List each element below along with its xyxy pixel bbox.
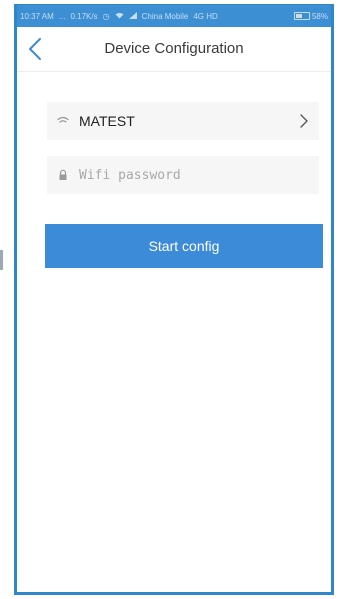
- nav-bar: Device Configuration: [17, 27, 331, 72]
- carrier-name: China Mobile: [141, 11, 189, 21]
- wifi-network-selector[interactable]: MATEST: [47, 102, 319, 140]
- chevron-left-icon: [29, 38, 41, 60]
- wifi-status-icon: [115, 12, 124, 21]
- screenshot-frame: 10:37 AM ... 0.17K/s ◷ China Mobile 4G H…: [0, 0, 349, 599]
- password-field: [47, 156, 319, 194]
- wifi-ssid: MATEST: [79, 113, 135, 129]
- battery-icon: [293, 12, 310, 20]
- phone-screen: 10:37 AM ... 0.17K/s ◷ China Mobile 4G H…: [14, 4, 334, 595]
- status-time: 10:37 AM: [20, 11, 54, 21]
- wifi-icon: [57, 116, 69, 123]
- network-type: 4G HD: [193, 11, 218, 21]
- signal-icon: [128, 11, 137, 21]
- lock-icon: [59, 169, 67, 180]
- start-config-button[interactable]: Start config: [45, 224, 323, 268]
- page-title: Device Configuration: [104, 40, 244, 57]
- wifi-password-input[interactable]: [75, 156, 319, 194]
- alarm-icon: ◷: [102, 11, 110, 21]
- battery-level: 58%: [311, 11, 328, 21]
- edge-marker: [0, 250, 3, 270]
- back-button[interactable]: [23, 31, 53, 67]
- chevron-right-icon: [300, 114, 308, 128]
- status-bar: 10:37 AM ... 0.17K/s ◷ China Mobile 4G H…: [17, 5, 331, 27]
- status-dots: ...: [58, 11, 66, 21]
- network-speed: 0.17K/s: [70, 11, 98, 21]
